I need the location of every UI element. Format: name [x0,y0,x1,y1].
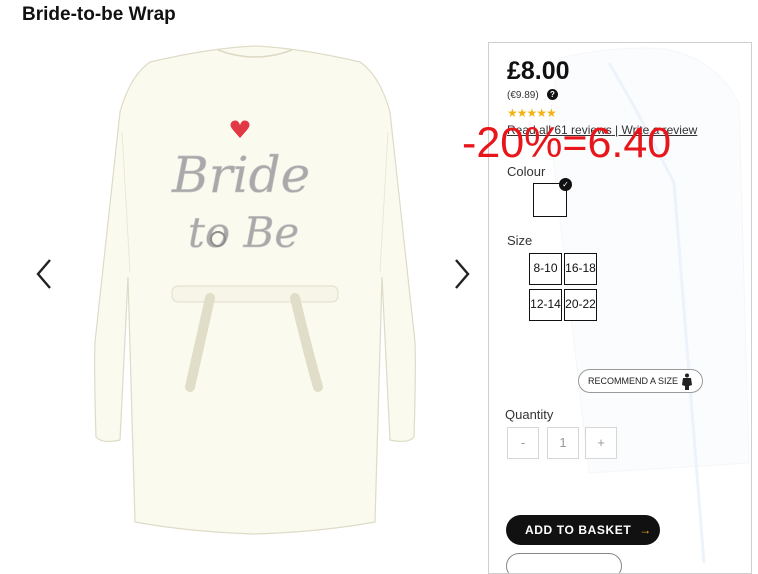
help-icon[interactable]: ? [547,89,558,100]
size-option-20-22[interactable]: 20-22 [564,289,597,321]
quantity-input[interactable]: 1 [547,427,579,459]
add-to-basket-button[interactable]: ADD TO BASKET → [506,515,660,545]
selected-check-icon: ✓ [559,178,572,191]
arrow-right-icon: → [639,523,652,537]
svg-text:to Be: to Be [188,208,299,257]
mannequin-icon [682,373,692,390]
previous-image-button[interactable] [32,256,56,292]
add-to-basket-label: ADD TO BASKET [525,523,632,537]
chevron-right-icon [455,259,470,289]
size-label: Size [507,233,533,248]
promo-annotation: -20%=6.40 [462,119,672,167]
product-image: Bride to Be [90,42,420,558]
price: £8.00 [507,57,570,85]
size-option-12-14[interactable]: 12-14 [529,289,562,321]
svg-text:Bride: Bride [171,146,310,204]
product-title: Bride-to-be Wrap [22,4,176,25]
next-image-button[interactable] [450,256,474,292]
star-rating: ★★★★★ [507,106,557,120]
quantity-label: Quantity [505,407,554,422]
size-option-16-18[interactable]: 16-18 [564,253,597,285]
recommend-size-button[interactable]: RECOMMEND A SIZE [578,369,703,393]
secondary-button[interactable] [506,553,622,573]
quantity-increase-button[interactable]: + [585,427,617,459]
quantity-decrease-button[interactable]: - [507,427,539,459]
recommend-size-label: RECOMMEND A SIZE [588,376,679,386]
size-option-8-10[interactable]: 8-10 [529,253,562,285]
chevron-left-icon [36,259,51,289]
euro-price: (€9.89) [507,90,539,101]
